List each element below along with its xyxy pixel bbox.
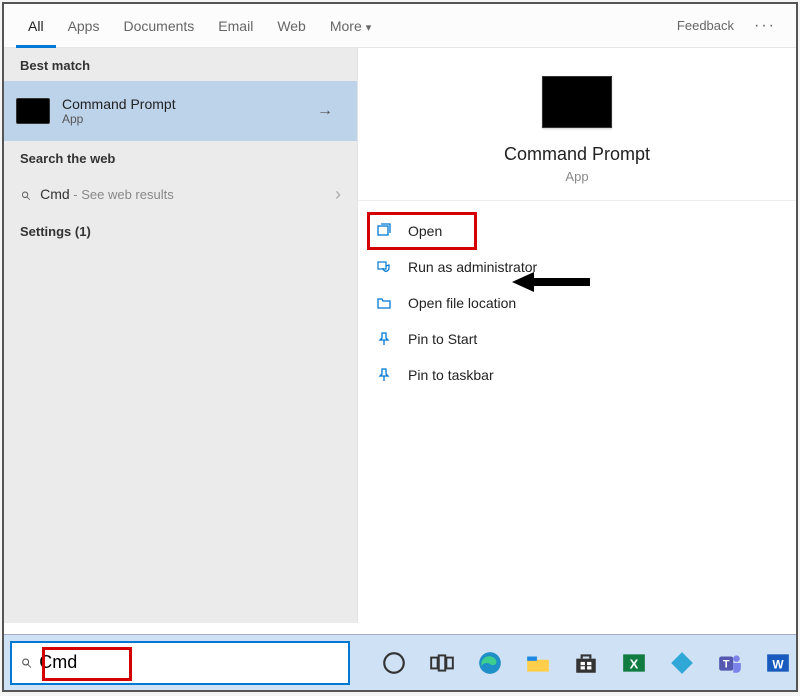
web-result-text: Cmd - See web results [40,186,335,202]
chevron-right-icon: › [335,184,341,205]
best-match-result[interactable]: Command Prompt App → [4,81,357,141]
details-title: Command Prompt [358,144,796,165]
details-pane: Command Prompt App Open Run as administr… [358,48,796,623]
pin-icon [374,329,394,349]
actions-list: Open Run as administrator Open file loca… [358,201,796,405]
excel-icon[interactable]: X [620,649,648,677]
edge-icon[interactable] [476,649,504,677]
tab-documents[interactable]: Documents [111,4,206,48]
details-subtitle: App [358,169,796,184]
search-box[interactable] [10,641,350,685]
search-icon [20,651,31,674]
arrow-right-icon[interactable]: → [305,102,345,120]
search-input[interactable] [39,652,340,673]
svg-text:T: T [723,658,730,670]
search-icon [20,184,40,205]
taskbar: X T W [4,634,796,690]
results-pane: Best match Command Prompt App → Search t… [4,48,358,623]
command-prompt-icon [16,98,50,124]
result-title: Command Prompt [62,96,305,112]
tab-all[interactable]: All [16,4,56,48]
tab-email[interactable]: Email [206,4,265,48]
action-label: Open [408,223,442,239]
action-label: Open file location [408,295,516,311]
kodi-icon[interactable] [668,649,696,677]
folder-icon [374,293,394,313]
search-web-result[interactable]: Cmd - See web results › [4,174,357,214]
best-match-heading: Best match [4,48,357,81]
annotation-arrow [512,268,592,296]
command-prompt-icon [542,76,612,128]
chevron-down-icon: ▾ [366,22,372,34]
file-explorer-icon[interactable] [524,649,552,677]
word-icon[interactable]: W [764,649,792,677]
teams-icon[interactable]: T [716,649,744,677]
more-menu-button[interactable]: ··· [746,17,784,35]
taskbar-icons: X T W [380,649,792,677]
action-label: Pin to Start [408,331,477,347]
svg-text:W: W [772,657,784,671]
tab-more[interactable]: More▾ [318,4,383,48]
task-view-icon[interactable] [428,649,456,677]
filter-tabs: All Apps Documents Email Web More▾ Feedb… [4,4,796,48]
pin-icon [374,365,394,385]
result-subtitle: App [62,112,305,126]
tab-web[interactable]: Web [265,4,318,48]
feedback-link[interactable]: Feedback [665,18,746,33]
cortana-icon[interactable] [380,649,408,677]
action-pin-to-start[interactable]: Pin to Start [358,321,796,357]
microsoft-store-icon[interactable] [572,649,600,677]
action-pin-to-taskbar[interactable]: Pin to taskbar [358,357,796,393]
tab-apps[interactable]: Apps [56,4,112,48]
open-icon [374,221,394,241]
action-label: Pin to taskbar [408,367,494,383]
action-open[interactable]: Open [368,213,476,249]
admin-shield-icon [374,257,394,277]
settings-heading[interactable]: Settings (1) [4,214,357,247]
search-web-heading: Search the web [4,141,357,174]
svg-text:X: X [630,656,639,671]
